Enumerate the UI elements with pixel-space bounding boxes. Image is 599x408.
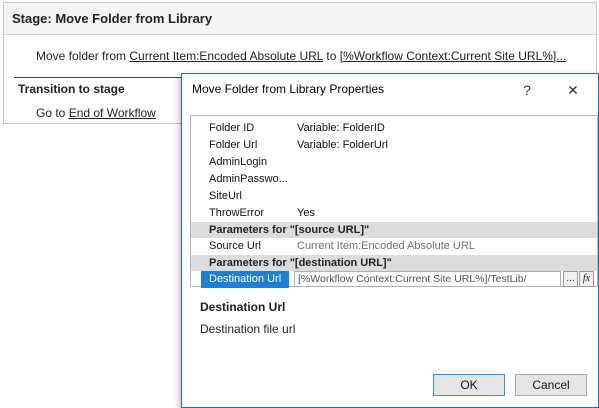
property-row[interactable]: AdminLogin — [191, 154, 597, 171]
section-header-source: Parameters for "[source URL]" — [191, 222, 597, 238]
property-name: Source Url — [209, 240, 261, 252]
description-text: Destination file url — [200, 322, 296, 336]
property-row[interactable]: AdminPasswo... — [191, 171, 597, 188]
property-value: Yes — [297, 207, 315, 219]
property-value: Variable: FolderUrl — [297, 139, 388, 151]
ellipsis-button[interactable]: ... — [563, 271, 578, 287]
destination-url-link[interactable]: [%Workflow Context:Current Site URL%]... — [340, 49, 567, 63]
property-row[interactable]: Folder Url Variable: FolderUrl — [191, 137, 597, 154]
properties-grid: Folder ID Variable: FolderID Folder Url … — [190, 115, 598, 288]
description-title: Destination Url — [200, 300, 286, 314]
to-text: to — [323, 49, 340, 63]
goto-line: Go to End of Workflow — [36, 106, 156, 120]
cancel-button[interactable]: Cancel — [515, 374, 587, 396]
ok-button[interactable]: OK — [433, 374, 505, 396]
property-row[interactable]: ThrowError Yes — [191, 205, 597, 222]
source-url-link[interactable]: Current Item:Encoded Absolute URL — [129, 49, 323, 63]
stage-title: Stage: Move Folder from Library — [4, 3, 596, 35]
property-row[interactable]: SiteUrl — [191, 188, 597, 205]
property-name: Folder Url — [209, 139, 258, 151]
destination-url-row[interactable]: Destination Url [%Workflow Context:Curre… — [191, 271, 597, 288]
fx-button[interactable]: fx — [579, 271, 594, 287]
property-value: Current Item:Encoded Absolute URL — [297, 240, 475, 252]
destination-url-input[interactable]: [%Workflow Context:Current Site URL%]/Te… — [294, 271, 561, 287]
dialog-title: Move Folder from Library Properties — [192, 82, 385, 96]
help-button[interactable]: ? — [514, 77, 540, 103]
properties-dialog: Move Folder from Library Properties ? ✕ … — [181, 73, 599, 408]
property-name: ThrowError — [209, 207, 265, 219]
close-button[interactable]: ✕ — [560, 77, 586, 103]
property-name: Folder ID — [209, 122, 255, 134]
property-name: AdminLogin — [209, 156, 268, 168]
property-row[interactable]: Folder ID Variable: FolderID — [191, 120, 597, 137]
end-of-workflow-link[interactable]: End of Workflow — [69, 106, 156, 120]
action-prefix: Move folder from — [36, 49, 130, 63]
property-name: SiteUrl — [209, 190, 243, 202]
property-value: Variable: FolderID — [297, 122, 385, 134]
property-name: AdminPasswo... — [209, 173, 288, 185]
goto-prefix: Go to — [36, 106, 69, 120]
source-url-row[interactable]: Source Url Current Item:Encoded Absolute… — [191, 238, 597, 255]
move-folder-action: Move folder from Current Item:Encoded Ab… — [36, 49, 566, 63]
section-header-destination: Parameters for "[destination URL]" — [191, 255, 597, 271]
property-name: Destination Url — [201, 271, 289, 288]
